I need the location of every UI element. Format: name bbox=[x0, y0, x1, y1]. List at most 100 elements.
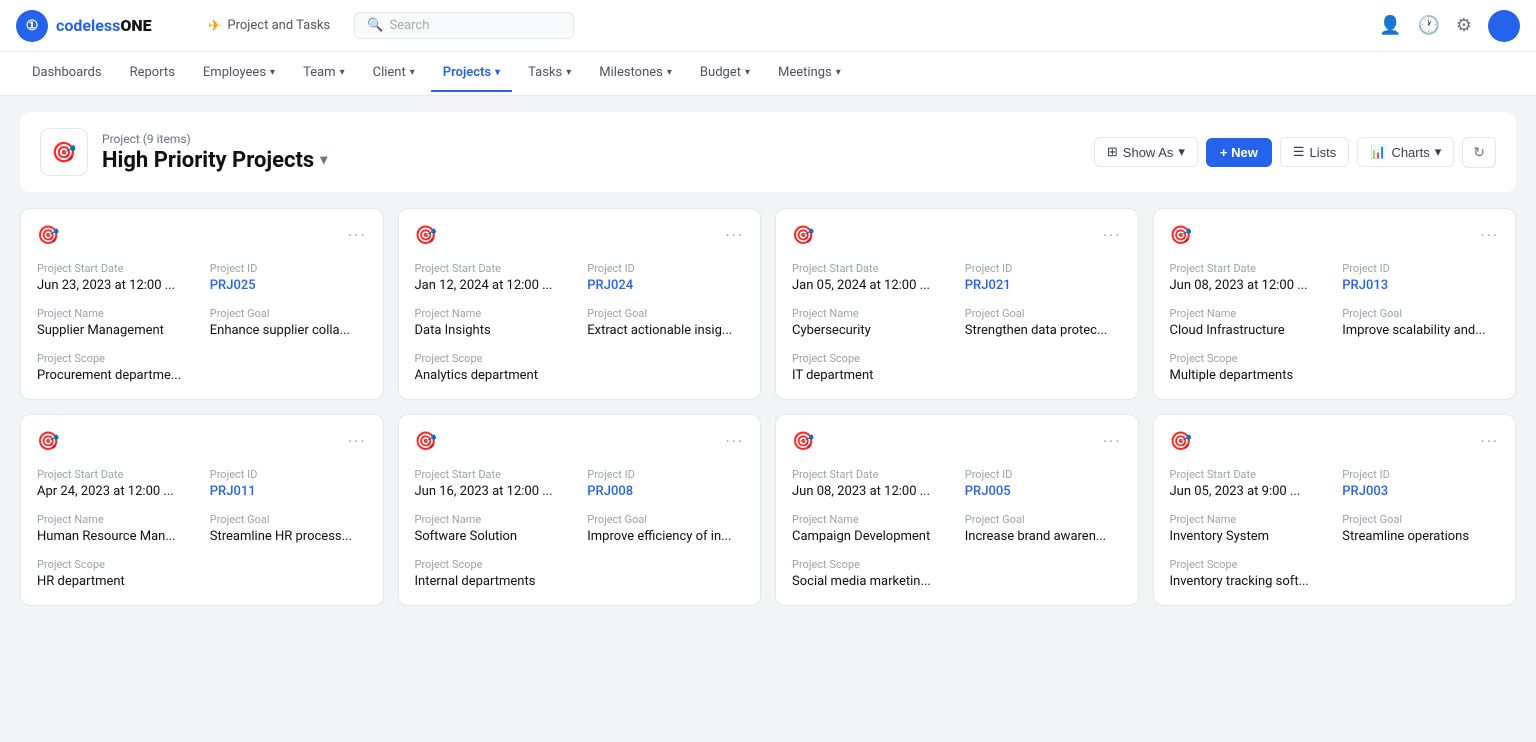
start-date-label: Project Start Date bbox=[415, 262, 572, 275]
card-row-name-goal: Project Name Cybersecurity Project Goal … bbox=[792, 307, 1122, 338]
nav-budget[interactable]: Budget ▾ bbox=[688, 55, 762, 92]
project-card: 🎯 ··· Project Start Date Jun 08, 2023 at… bbox=[775, 414, 1139, 606]
project-goal-value: Improve efficiency of in... bbox=[587, 529, 744, 544]
card-target-icon: 🎯 bbox=[37, 431, 59, 452]
project-id-value[interactable]: PRJ021 bbox=[965, 278, 1122, 293]
nav-meetings[interactable]: Meetings ▾ bbox=[766, 55, 853, 92]
card-menu-button[interactable]: ··· bbox=[348, 226, 367, 245]
history-icon[interactable]: 🕐 bbox=[1417, 15, 1439, 36]
project-name-value: Data Insights bbox=[415, 323, 572, 338]
card-id-field: Project ID PRJ008 bbox=[587, 468, 744, 499]
project-id-value[interactable]: PRJ024 bbox=[587, 278, 744, 293]
card-scope-field: Project Scope Multiple departments bbox=[1170, 352, 1500, 383]
project-id-value[interactable]: PRJ003 bbox=[1342, 484, 1499, 499]
card-menu-button[interactable]: ··· bbox=[1480, 432, 1499, 451]
project-id-value[interactable]: PRJ013 bbox=[1342, 278, 1499, 293]
card-row-scope: Project Scope Analytics department bbox=[415, 352, 745, 383]
card-fields: Project Start Date Jan 12, 2024 at 12:00… bbox=[415, 262, 745, 383]
card-menu-button[interactable]: ··· bbox=[1480, 226, 1499, 245]
start-date-label: Project Start Date bbox=[792, 468, 949, 481]
project-id-value[interactable]: PRJ008 bbox=[587, 484, 744, 499]
people-icon[interactable]: 👤 bbox=[1379, 15, 1401, 36]
card-id-field: Project ID PRJ025 bbox=[210, 262, 367, 293]
card-fields: Project Start Date Apr 24, 2023 at 12:00… bbox=[37, 468, 367, 589]
card-goal-field: Project Goal Increase brand awaren... bbox=[965, 513, 1122, 544]
nav-reports[interactable]: Reports bbox=[118, 55, 187, 92]
card-fields: Project Start Date Jun 08, 2023 at 12:00… bbox=[792, 468, 1122, 589]
card-menu-button[interactable]: ··· bbox=[348, 432, 367, 451]
avatar[interactable] bbox=[1488, 10, 1520, 42]
card-menu-button[interactable]: ··· bbox=[725, 226, 744, 245]
project-goal-label: Project Goal bbox=[210, 513, 367, 526]
card-menu-button[interactable]: ··· bbox=[725, 432, 744, 451]
nav-tasks[interactable]: Tasks ▾ bbox=[516, 55, 583, 92]
card-start-date-field: Project Start Date Jun 16, 2023 at 12:00… bbox=[415, 468, 572, 499]
lists-button[interactable]: ☰ Lists bbox=[1280, 137, 1349, 167]
nav-team[interactable]: Team ▾ bbox=[291, 55, 357, 92]
start-date-value: Apr 24, 2023 at 12:00 ... bbox=[37, 484, 194, 499]
project-id-value[interactable]: PRJ011 bbox=[210, 484, 367, 499]
card-target-icon: 🎯 bbox=[1170, 225, 1192, 246]
card-header: 🎯 ··· bbox=[1170, 225, 1500, 246]
card-id-field: Project ID PRJ011 bbox=[210, 468, 367, 499]
card-target-icon: 🎯 bbox=[792, 431, 814, 452]
card-row-scope: Project Scope Multiple departments bbox=[1170, 352, 1500, 383]
project-name-label: Project Name bbox=[1170, 307, 1327, 320]
card-row-scope: Project Scope Internal departments bbox=[415, 558, 745, 589]
nav-client[interactable]: Client ▾ bbox=[361, 55, 427, 92]
nav-projects[interactable]: Projects ▾ bbox=[431, 55, 512, 92]
new-button[interactable]: + New bbox=[1206, 138, 1272, 167]
card-goal-field: Project Goal Streamline HR process... bbox=[210, 513, 367, 544]
project-id-value[interactable]: PRJ005 bbox=[965, 484, 1122, 499]
card-row-name-goal: Project Name Data Insights Project Goal … bbox=[415, 307, 745, 338]
card-scope-field: Project Scope HR department bbox=[37, 558, 367, 589]
grid-icon: ⊞ bbox=[1107, 144, 1118, 160]
lists-icon: ☰ bbox=[1293, 144, 1305, 160]
card-menu-button[interactable]: ··· bbox=[1103, 226, 1122, 245]
card-target-icon: 🎯 bbox=[37, 225, 59, 246]
show-as-button[interactable]: ⊞ Show As ▾ bbox=[1094, 137, 1198, 167]
card-row-scope: Project Scope IT department bbox=[792, 352, 1122, 383]
project-id-label: Project ID bbox=[210, 262, 367, 275]
charts-icon: 📊 bbox=[1370, 144, 1386, 160]
nav-dashboards[interactable]: Dashboards bbox=[20, 55, 114, 92]
charts-caret-icon: ▾ bbox=[1435, 144, 1442, 160]
refresh-icon: ↻ bbox=[1473, 144, 1485, 160]
search-bar[interactable]: 🔍 Search bbox=[354, 12, 574, 39]
charts-button[interactable]: 📊 Charts ▾ bbox=[1357, 137, 1454, 167]
breadcrumb: ✈ Project and Tasks bbox=[208, 16, 330, 35]
card-row-scope: Project Scope Social media marketin... bbox=[792, 558, 1122, 589]
card-scope-field: Project Scope Inventory tracking soft... bbox=[1170, 558, 1500, 589]
card-goal-field: Project Goal Improve efficiency of in... bbox=[587, 513, 744, 544]
title-caret-icon[interactable]: ▾ bbox=[320, 152, 327, 168]
card-goal-field: Project Goal Improve scalability and... bbox=[1342, 307, 1499, 338]
page-content: 🎯 Project (9 items) High Priority Projec… bbox=[0, 96, 1536, 622]
search-icon: 🔍 bbox=[367, 18, 383, 33]
project-goal-label: Project Goal bbox=[1342, 513, 1499, 526]
card-start-date-field: Project Start Date Apr 24, 2023 at 12:00… bbox=[37, 468, 194, 499]
card-row-dates: Project Start Date Jun 08, 2023 at 12:00… bbox=[1170, 262, 1500, 293]
project-id-label: Project ID bbox=[587, 468, 744, 481]
nav-employees[interactable]: Employees ▾ bbox=[191, 55, 287, 92]
top-nav: ① codelessONE ✈ Project and Tasks 🔍 Sear… bbox=[0, 0, 1536, 52]
card-goal-field: Project Goal Strengthen data protec... bbox=[965, 307, 1122, 338]
project-id-value[interactable]: PRJ025 bbox=[210, 278, 367, 293]
project-goal-label: Project Goal bbox=[1342, 307, 1499, 320]
project-goal-value: Enhance supplier colla... bbox=[210, 323, 367, 338]
start-date-label: Project Start Date bbox=[792, 262, 949, 275]
card-menu-button[interactable]: ··· bbox=[1103, 432, 1122, 451]
card-id-field: Project ID PRJ021 bbox=[965, 262, 1122, 293]
refresh-button[interactable]: ↻ bbox=[1462, 137, 1496, 168]
project-scope-value: HR department bbox=[37, 574, 367, 589]
items-count: Project (9 items) bbox=[102, 132, 327, 146]
project-id-label: Project ID bbox=[965, 468, 1122, 481]
project-goal-value: Extract actionable insig... bbox=[587, 323, 744, 338]
project-scope-value: IT department bbox=[792, 368, 1122, 383]
project-scope-label: Project Scope bbox=[792, 352, 1122, 365]
project-goal-label: Project Goal bbox=[587, 513, 744, 526]
project-scope-value: Procurement departme... bbox=[37, 368, 367, 383]
card-start-date-field: Project Start Date Jan 12, 2024 at 12:00… bbox=[415, 262, 572, 293]
settings-icon[interactable]: ⚙ bbox=[1456, 15, 1472, 36]
nav-milestones[interactable]: Milestones ▾ bbox=[587, 55, 684, 92]
project-goal-value: Streamline operations bbox=[1342, 529, 1499, 544]
